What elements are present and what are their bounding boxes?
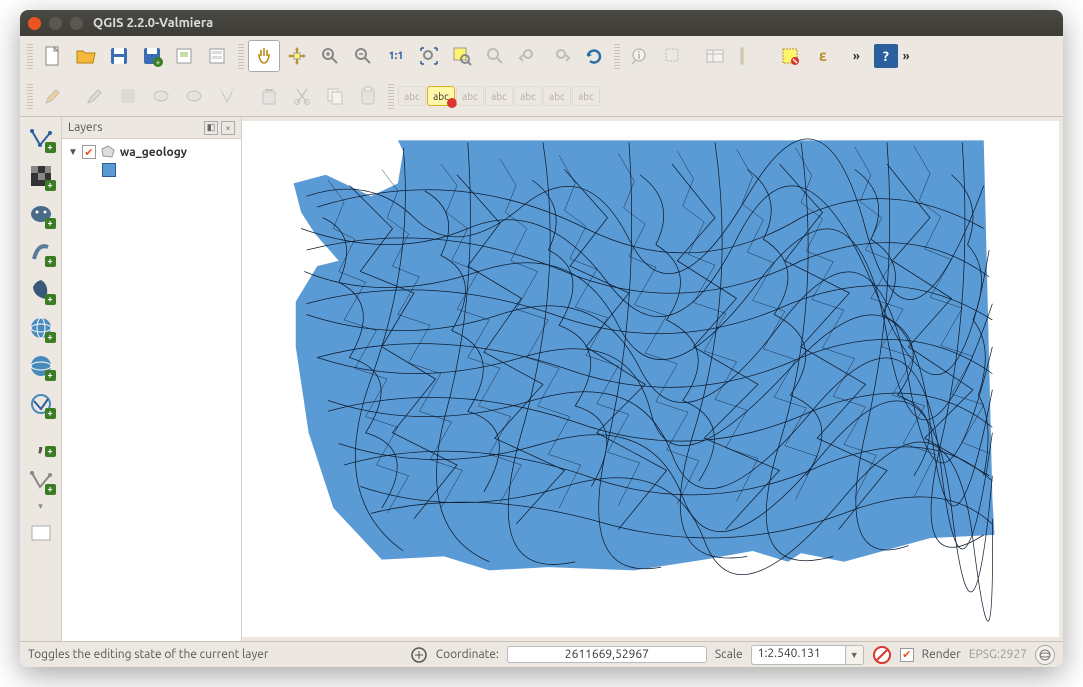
layer-visibility-checkbox[interactable]	[82, 145, 96, 159]
layer-name: wa_geology	[120, 146, 187, 159]
pan-selection-button[interactable]	[281, 40, 313, 72]
label-move-button[interactable]: abc	[514, 86, 542, 106]
toolbar-handle[interactable]	[27, 43, 33, 69]
window-maximize-icon[interactable]	[70, 17, 83, 30]
select-button[interactable]	[657, 40, 689, 72]
help-button[interactable]: ?	[874, 44, 898, 68]
add-postgis-button[interactable]: +	[24, 197, 58, 231]
window-close-icon[interactable]	[28, 17, 41, 30]
polygon-layer-icon	[100, 145, 116, 159]
svg-text:i: i	[638, 50, 641, 61]
new-project-button[interactable]	[37, 40, 69, 72]
panel-close-icon[interactable]: ×	[221, 121, 235, 135]
current-edits-button[interactable]	[37, 80, 69, 112]
layers-tree[interactable]: ▼ wa_geology	[62, 139, 241, 641]
layers-panel: Layers ◧ × ▼ wa_geology	[62, 117, 242, 641]
zoom-last-button[interactable]	[512, 40, 544, 72]
zoom-layer-button[interactable]	[479, 40, 511, 72]
add-spatialite-button[interactable]: +	[24, 235, 58, 269]
save-as-button[interactable]: +	[136, 40, 168, 72]
open-table-button[interactable]	[699, 40, 731, 72]
titlebar: QGIS 2.2.0-Valmiera	[20, 10, 1063, 36]
toolbar-handle[interactable]	[614, 43, 620, 69]
toolbar-overflow-icon[interactable]: »	[849, 50, 864, 63]
measure-button[interactable]	[732, 40, 764, 72]
paste-button[interactable]	[352, 80, 384, 112]
toolbar-row-2: abc abc abc abc abc abc abc	[20, 76, 1063, 116]
panel-undock-icon[interactable]: ◧	[204, 121, 218, 135]
label-change-button[interactable]: abc	[572, 86, 600, 106]
move-feature-button[interactable]	[178, 80, 210, 112]
crs-button[interactable]	[1035, 645, 1055, 665]
layer-row[interactable]: ▼ wa_geology	[68, 145, 235, 159]
zoom-next-button[interactable]	[545, 40, 577, 72]
extents-icon[interactable]	[410, 646, 428, 664]
save-edits-button[interactable]	[112, 80, 144, 112]
toolbar-handle[interactable]	[238, 43, 244, 69]
render-checkbox[interactable]	[900, 648, 914, 662]
copy-button[interactable]	[319, 80, 351, 112]
add-wfs-button[interactable]: +	[24, 387, 58, 421]
scale-input[interactable]: 1:2.540.131	[751, 645, 846, 665]
layers-panel-title: Layers	[68, 121, 102, 134]
toolbar-handle[interactable]	[388, 83, 394, 109]
expression-button[interactable]: ε	[807, 40, 839, 72]
map-tips-button[interactable]	[774, 40, 806, 72]
epsg-label: EPSG:2927	[969, 648, 1027, 661]
add-feature-button[interactable]	[145, 80, 177, 112]
open-project-button[interactable]	[70, 40, 102, 72]
add-mssql-button[interactable]: +	[24, 273, 58, 307]
statusbar: Toggles the editing state of the current…	[20, 641, 1063, 667]
delete-button[interactable]	[253, 80, 285, 112]
composer-manager-button[interactable]	[202, 40, 234, 72]
new-composer-button[interactable]	[169, 40, 201, 72]
new-shapefile-button[interactable]: +	[24, 463, 58, 497]
add-raster-button[interactable]: +	[24, 159, 58, 193]
window-title: QGIS 2.2.0-Valmiera	[93, 16, 213, 30]
map-canvas[interactable]	[242, 121, 1059, 637]
layer-symbol-swatch[interactable]	[102, 163, 116, 177]
toolbar-row-1: + 1:1 i ε » ?	[20, 36, 1063, 76]
zoom-in-button[interactable]	[314, 40, 346, 72]
coordinate-input[interactable]: 2611669,52967	[507, 646, 707, 663]
pan-button[interactable]	[248, 40, 280, 72]
zoom-selection-button[interactable]	[446, 40, 478, 72]
scale-dropdown-icon[interactable]: ▼	[846, 645, 864, 665]
save-project-button[interactable]	[103, 40, 135, 72]
scale-label: Scale	[715, 648, 743, 661]
add-csv-button[interactable]: ,+	[24, 425, 58, 459]
identify-button[interactable]: i	[624, 40, 656, 72]
remove-layer-button[interactable]	[24, 516, 58, 550]
window-minimize-icon[interactable]	[49, 17, 62, 30]
render-label: Render	[922, 648, 961, 661]
label-show-button[interactable]: abc	[485, 86, 513, 106]
label-layer-button[interactable]: abc	[398, 86, 426, 106]
add-wms-button[interactable]: +	[24, 311, 58, 345]
cut-button[interactable]	[286, 80, 318, 112]
left-toolbar: + + + + + + + + ,+ + ▾	[20, 117, 62, 641]
zoom-native-button[interactable]: 1:1	[380, 40, 412, 72]
stop-render-icon[interactable]	[872, 645, 892, 665]
toggle-editing-button[interactable]	[79, 80, 111, 112]
expand-icon[interactable]: ▼	[68, 146, 78, 158]
main-toolbars: + 1:1 i ε » ?	[20, 36, 1063, 117]
zoom-out-button[interactable]	[347, 40, 379, 72]
label-rotate-button[interactable]: abc	[543, 86, 571, 106]
node-tool-button[interactable]	[211, 80, 243, 112]
statusbar-hint: Toggles the editing state of the current…	[28, 648, 268, 661]
svg-text:+: +	[156, 58, 161, 67]
label-highlight-button[interactable]: abc	[427, 86, 455, 106]
add-wcs-button[interactable]: +	[24, 349, 58, 383]
toolbar-overflow-icon[interactable]: »	[899, 50, 914, 63]
refresh-button[interactable]	[578, 40, 610, 72]
toolbar-handle[interactable]	[27, 83, 33, 109]
coord-label: Coordinate:	[436, 648, 499, 661]
zoom-full-button[interactable]	[413, 40, 445, 72]
add-vector-button[interactable]: +	[24, 121, 58, 155]
label-pin-button[interactable]: abc	[456, 86, 484, 106]
